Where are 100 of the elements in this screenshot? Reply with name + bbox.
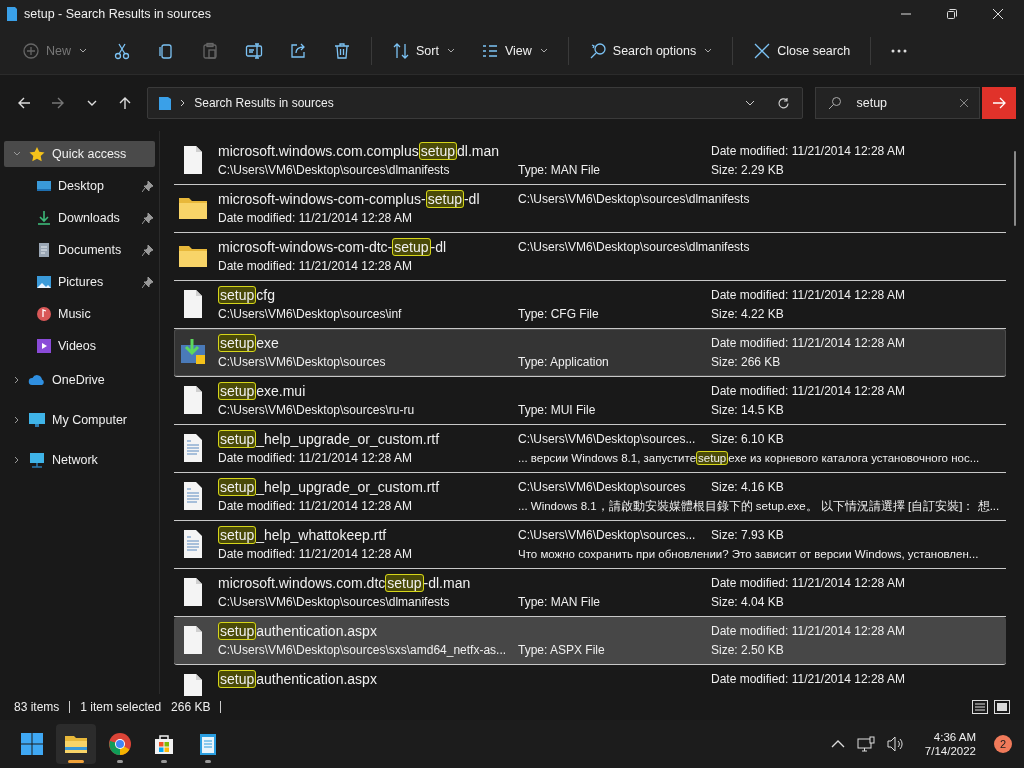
chevron-up-icon[interactable]: [830, 740, 845, 748]
file-name: setup cfg: [218, 287, 275, 303]
file-name: setup exe.mui: [218, 383, 306, 399]
sidebar-item[interactable]: Downloads: [4, 205, 155, 231]
network-icon: [28, 452, 46, 468]
file-detail: C:\Users\VM6\Desktop\sources\inf: [218, 307, 402, 321]
file-size: Size: 266 KB: [711, 355, 781, 369]
more-icon: [891, 49, 908, 53]
sidebar-item[interactable]: Videos: [4, 333, 155, 359]
sidebar-item[interactable]: Network: [4, 447, 155, 473]
file-detail: Date modified: 11/21/2014 12:28 AM: [218, 259, 412, 273]
store-icon: [152, 732, 176, 756]
file-path: C:\Users\VM6\Desktop\sources...: [518, 432, 696, 446]
address-bar[interactable]: Search Results in sources: [147, 87, 804, 119]
search-field[interactable]: setup: [815, 87, 981, 119]
trash-icon: [333, 42, 351, 60]
sidebar-item[interactable]: Quick access: [4, 141, 155, 167]
share-icon: [289, 42, 307, 60]
monitor-icon: [28, 412, 46, 428]
notification-badge[interactable]: 2: [994, 735, 1012, 753]
file-size: Size: 2.29 KB: [711, 163, 784, 177]
file-detail: Date modified: 11/21/2014 12:28 AM: [711, 384, 905, 398]
file-detail: Date modified: 11/21/2014 12:28 AM: [711, 288, 905, 302]
sidebar-item[interactable]: Music: [4, 301, 155, 327]
document-icon: [36, 242, 52, 258]
file-type: Type: CFG File: [518, 307, 599, 321]
search-icon: [828, 96, 843, 110]
tiles-view-icon[interactable]: [994, 700, 1010, 714]
sidebar-item[interactable]: Pictures: [4, 269, 155, 295]
explorer-taskbar-button[interactable]: [56, 724, 96, 764]
file-type: Type: MUI File: [518, 403, 596, 417]
content-snippet: Что можно сохранить при обновлении? Это зависит от версии Windows, установлен...: [518, 548, 979, 560]
desktop-icon: [36, 178, 52, 194]
chrome-icon: [108, 732, 132, 756]
file-detail: Date modified: 11/21/2014 12:28 AM: [711, 672, 905, 686]
file-detail: C:\Users\VM6\Desktop\sources: [218, 355, 386, 369]
file-detail: Date modified: 11/21/2014 12:28 AM: [711, 576, 905, 590]
close-icon[interactable]: [992, 8, 1004, 20]
music-icon: [36, 306, 52, 322]
file-type: Type: MAN File: [518, 163, 601, 177]
sidebar-item[interactable]: OneDrive: [4, 367, 155, 393]
result-row[interactable]: microsoft-windows-com-complus-setup-dl Date modified: 11/21/2014 12:28 AM C:\Users\VM6\Desktop\sources\dlmanifests: [174, 185, 1006, 233]
file-path: C:\Users\VM6\Desktop\sources\dlmanifests: [518, 192, 750, 206]
selection-count: 1 item selected: [80, 700, 162, 714]
result-row[interactable]: setup authentication.aspx C:\Users\VM6\Desktop\sources\sxs\amd64_netfx-as... Type: ASPX File Date modified: 11/21/2014 12:28 AM Size: 2.50 KB: [174, 617, 1006, 665]
arrow-right-icon: [992, 97, 1007, 109]
search-go-button[interactable]: [982, 87, 1016, 119]
result-row[interactable]: setup exe C:\Users\VM6\Desktop\sources Type: Application Date modified: 11/21/2014 12:28 AM Size: 266 KB: [174, 329, 1006, 377]
pin-icon[interactable]: [142, 244, 153, 256]
result-row[interactable]: setup exe.mui C:\Users\VM6\Desktop\sources\ru-ru Type: MUI File Date modified: 11/21/2014 12:28 AM Size: 14.5 KB: [174, 377, 1006, 425]
result-row[interactable]: setup authentication.aspx Date modified: 11/21/2014 12:28 AM: [174, 665, 1006, 696]
result-row[interactable]: setup_help_whattokeep.rtf Date modified: 11/21/2014 12:28 AM C:\Users\VM6\Desktop\sources... Size: 7.93 KB Что можно сохранить при обновлении? Это зависит от версии Windows, установлен...: [174, 521, 1006, 569]
scrollbar[interactable]: [1014, 151, 1016, 226]
pin-icon[interactable]: [142, 212, 153, 224]
volume-icon[interactable]: [886, 736, 905, 752]
result-row[interactable]: microsoft.windows.com.complussetupdl.man C:\Users\VM6\Desktop\sources\dlmanifests Type: MAN File Date modified: 11/21/2014 12:28 AM Size: 2.29 KB: [174, 137, 1006, 185]
arrow-left-icon: [16, 96, 31, 110]
pin-icon[interactable]: [142, 276, 153, 288]
clock[interactable]: 4:36 AM 7/14/2022: [924, 731, 976, 757]
result-row[interactable]: setup_help_upgrade_or_custom.rtf Date modified: 11/21/2014 12:28 AM C:\Users\VM6\Desktop\sources Size: 4.16 KB ... Windows 8.1，請啟動安裝媒體根目錄下的 setup.exe。 以下情況請選擇 [自訂安裝]： 想...: [174, 473, 1006, 521]
video-icon: [36, 338, 52, 354]
pin-icon[interactable]: [142, 180, 153, 192]
sidebar-item[interactable]: Documents: [4, 237, 155, 263]
file-detail: Date modified: 11/21/2014 12:28 AM: [711, 144, 905, 158]
file-detail: C:\Users\VM6\Desktop\sources\sxs\amd64_netfx-as...: [218, 643, 507, 657]
network-icon[interactable]: [856, 736, 875, 752]
arrow-right-icon: [50, 96, 65, 110]
view-button[interactable]: View: [468, 34, 560, 68]
restore-icon[interactable]: [946, 8, 958, 20]
file-name: setup_help_upgrade_or_custom.rtf: [218, 479, 440, 495]
search-icon: [588, 42, 607, 60]
file-type: Type: MAN File: [518, 595, 601, 609]
close-search-button[interactable]: Close search: [741, 34, 863, 68]
file-detail: Size: 7.93 KB: [711, 528, 784, 542]
sidebar-item[interactable]: Desktop: [4, 173, 155, 199]
result-row[interactable]: setup_help_upgrade_or_custom.rtf Date modified: 11/21/2014 12:28 AM C:\Users\VM6\Desktop\sources... Size: 6.10 KB ... версии Windows 8.1, запустите setup exe из корневого каталога установочного нос...: [174, 425, 1006, 473]
picture-icon: [36, 274, 52, 290]
result-row[interactable]: microsoft-windows-com-dtc-setup-dl Date modified: 11/21/2014 12:28 AM C:\Users\VM6\Desktop\sources\dlmanifests: [174, 233, 1006, 281]
list-icon: [480, 42, 499, 60]
file-detail: C:\Users\VM6\Desktop\sources\ru-ru: [218, 403, 415, 417]
file-detail: C:\Users\VM6\Desktop\sources\dlmanifests: [218, 163, 450, 177]
arrow-up-icon: [118, 96, 133, 110]
file-name: microsoft-windows-com-dtc-setup-dl: [218, 239, 447, 255]
folder-icon: [6, 6, 18, 22]
search-options-button[interactable]: Search options: [576, 34, 725, 68]
file-detail: C:\Users\VM6\Desktop\sources\dlmanifests: [218, 595, 450, 609]
file-name: microsoft.windows.com.complussetupdl.man: [218, 143, 499, 159]
windows-logo-icon: [20, 732, 44, 756]
sort-button[interactable]: Sort: [380, 34, 467, 68]
close-icon: [753, 42, 772, 60]
file-name: setup authentication.aspx: [218, 623, 377, 639]
file-name: microsoft.windows.com.dtc setup-dl.man: [218, 575, 471, 591]
sidebar-item[interactable]: My Computer: [4, 407, 155, 433]
file-size: Size: 4.22 KB: [711, 307, 784, 321]
clear-icon[interactable]: [959, 98, 970, 108]
caret-icon[interactable]: [745, 100, 756, 106]
file-size: Size: 2.50 KB: [711, 643, 784, 657]
file-size: Size: 4.04 KB: [711, 595, 784, 609]
refresh-icon[interactable]: [777, 96, 791, 110]
details-view-icon[interactable]: [972, 700, 988, 714]
